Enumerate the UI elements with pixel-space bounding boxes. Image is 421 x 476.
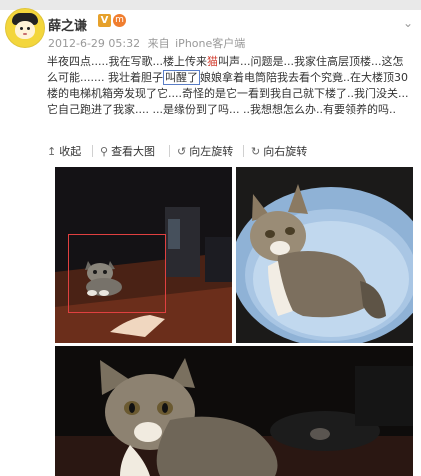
user-name[interactable]: 薛之谦 — [48, 15, 87, 34]
post-text-highlight: 猫 — [206, 55, 218, 68]
collapse-icon: ↥ — [47, 145, 57, 158]
post-text: 半夜四点.....我在写歌...楼上传来猫叫声...问题是...我家住高层顶楼.… — [47, 54, 413, 118]
toolbar-divider — [92, 145, 93, 157]
toolbar-divider — [169, 145, 170, 157]
rotate-right-button[interactable]: ↻ 向右旋转 — [251, 143, 307, 159]
collapse-button[interactable]: ↥ 收起 — [47, 143, 81, 159]
post-source-prefix: 来自 — [147, 37, 170, 50]
rotate-left-icon: ↺ — [177, 145, 187, 158]
view-large-button[interactable]: ⚲ 查看大图 — [100, 143, 155, 159]
rotate-left-button[interactable]: ↺ 向左旋转 — [177, 143, 233, 159]
view-large-label: 查看大图 — [111, 145, 156, 158]
avatar-face — [15, 21, 35, 39]
avatar-eye-right — [27, 27, 30, 30]
magnifier-icon: ⚲ — [100, 145, 109, 158]
rotate-right-label: 向右旋转 — [263, 145, 308, 158]
rotate-left-label: 向左旋转 — [189, 145, 234, 158]
image-toolbar: ↥ 收起 ⚲ 查看大图 ↺ 向左旋转 ↻ 向右旋转 — [47, 143, 417, 161]
rotate-right-icon: ↻ — [251, 145, 261, 158]
avatar-mouth — [23, 33, 27, 35]
post-text-part1: 半夜四点.....我在写歌...楼上传来 — [47, 55, 207, 68]
kitten-closeup-icon — [100, 358, 278, 476]
post-meta: 2012-6-29 05:32 来自 iPhone客户端 — [48, 35, 249, 51]
verified-badge-icon: V — [98, 14, 111, 27]
avatar-eye-left — [20, 27, 23, 30]
top-bar — [0, 0, 421, 10]
user-avatar[interactable] — [5, 8, 45, 48]
member-badge-icon: m — [113, 14, 126, 27]
kitten-small-icon — [85, 261, 122, 296]
post-time[interactable]: 2012-6-29 05:32 — [48, 37, 140, 50]
post-source[interactable]: iPhone客户端 — [175, 37, 245, 50]
toolbar-divider — [243, 145, 244, 157]
chevron-down-icon[interactable]: ⌄ — [403, 16, 413, 30]
collapse-label: 收起 — [59, 145, 82, 158]
kitten-bowl-icon — [250, 184, 386, 319]
post-text-boxed: 叫醒了 — [162, 70, 200, 85]
